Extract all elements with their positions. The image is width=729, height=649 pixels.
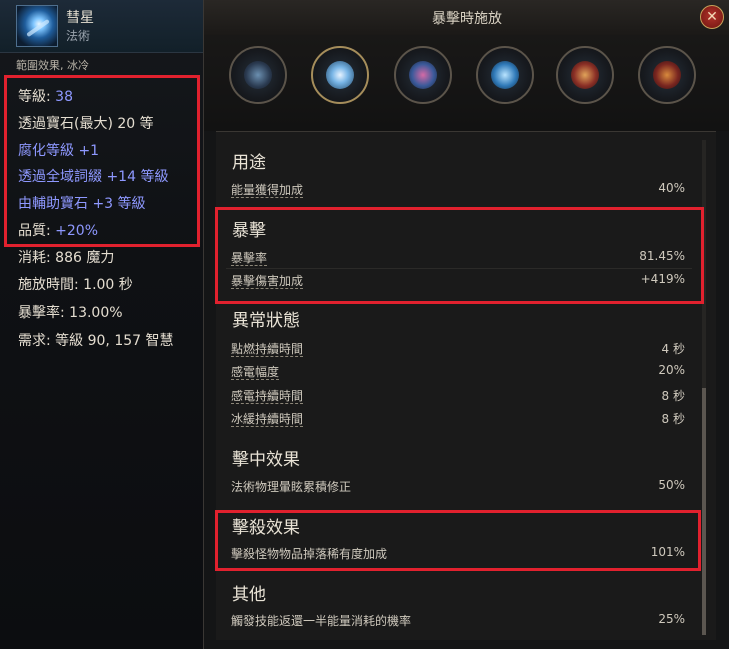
stat-shock-duration-text: 感電持續時間	[231, 389, 304, 404]
stat-chill-duration-label: 冰緩持續時間	[231, 410, 304, 427]
gem-6-icon	[653, 61, 681, 89]
stat-chill-duration-text: 冰緩持續時間	[231, 412, 304, 427]
stat-energy-gain-label: 能量獲得加成	[231, 181, 304, 198]
scrollbar-thumb[interactable]	[702, 388, 706, 635]
stat-energy-refund-value: 25%	[658, 612, 685, 626]
stat-shock-magnitude-label: 感電幅度	[231, 363, 280, 380]
gem-1-icon	[244, 61, 272, 89]
mana-cost: 消耗: 886 魔力	[18, 250, 115, 266]
highlight-box-on-kill	[215, 510, 701, 571]
stat-ignite-duration-value: 4 秒	[661, 342, 685, 356]
cast-time-value: 1.00 秒	[83, 277, 133, 293]
stat-ignite-duration-text: 點燃持續時間	[231, 342, 304, 357]
section-on-hit-title: 擊中效果	[232, 450, 300, 470]
stat-energy-refund-label: 觸發技能返還一半能量消耗的機率	[231, 612, 411, 629]
comet-skill-icon	[16, 5, 58, 47]
panel-title-bar: 暴擊時施放 ✕	[204, 0, 729, 36]
stat-energy-refund-text: 觸發技能返還一半能量消耗的機率	[231, 614, 412, 628]
gem-slot-1[interactable]	[229, 46, 287, 104]
gem-slot-4[interactable]	[476, 46, 534, 104]
stat-ignite-duration-label: 點燃持續時間	[231, 340, 304, 357]
stat-shock-magnitude-text: 感電幅度	[231, 365, 280, 380]
skill-name: 彗星	[66, 10, 94, 26]
gem-slot-5[interactable]	[556, 46, 614, 104]
cast-time-label: 施放時間:	[18, 277, 84, 293]
skill-tags: 範圍效果, 冰冷	[16, 59, 89, 72]
gem-slot-2[interactable]	[311, 46, 369, 104]
gem-slot-6[interactable]	[638, 46, 696, 104]
stat-shock-duration-value: 8 秒	[661, 389, 685, 403]
gem-slot-3[interactable]	[394, 46, 452, 104]
section-usage-title: 用途	[232, 153, 266, 173]
crit-value: 13.00%	[69, 305, 123, 321]
skill-type: 法術	[66, 29, 91, 43]
gem-5-icon	[571, 61, 599, 89]
stat-energy-gain-value: 40%	[658, 181, 685, 195]
stat-energy-gain-text: 能量獲得加成	[231, 183, 304, 198]
skill-tooltip-panel: 彗星 法術 範圍效果, 冰冷 等級: 38 透過寶石(最大) 20 等 腐化等級…	[0, 0, 203, 649]
highlight-box-left	[4, 75, 200, 247]
stat-shock-duration-label: 感電持續時間	[231, 387, 304, 404]
stat-chill-duration-value: 8 秒	[661, 412, 685, 426]
requirement: 需求: 等級 90, 157 智慧	[18, 333, 174, 349]
section-other-title: 其他	[232, 585, 266, 605]
close-button[interactable]: ✕	[700, 5, 724, 29]
cast-time: 施放時間: 1.00 秒	[18, 274, 133, 294]
crit-chance: 暴擊率: 13.00%	[18, 302, 123, 322]
highlight-box-crit	[215, 207, 704, 304]
crit-label: 暴擊率:	[18, 305, 70, 321]
stat-shock-magnitude-value: 20%	[658, 363, 685, 377]
stat-stun-buildup-value: 50%	[658, 478, 685, 492]
stat-stun-buildup-text: 法術物理暈眩累積修正	[231, 480, 352, 494]
gem-2-icon	[326, 61, 354, 89]
gem-4-icon	[491, 61, 519, 89]
section-ailment-title: 異常狀態	[232, 311, 300, 331]
gem-3-icon	[409, 61, 437, 89]
skill-header: 彗星 法術	[0, 0, 203, 53]
panel-title: 暴擊時施放	[432, 11, 502, 27]
stat-stun-buildup-label: 法術物理暈眩累積修正	[231, 478, 351, 495]
